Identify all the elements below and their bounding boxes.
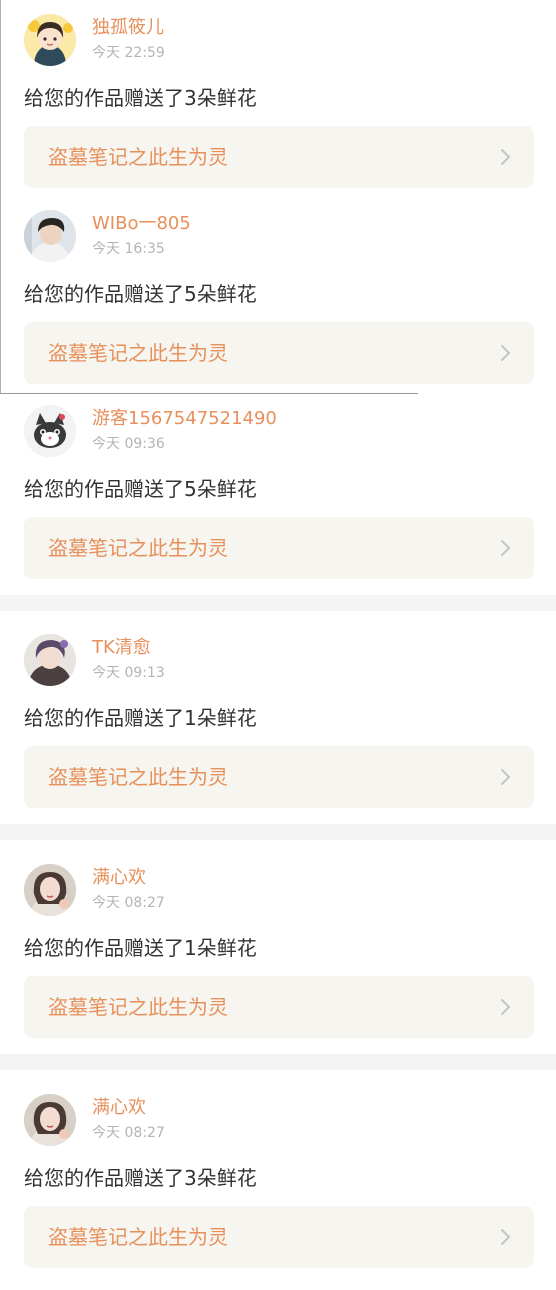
chevron-right-icon: [500, 539, 512, 557]
gift-message: 给您的作品赠送了5朵鲜花: [24, 282, 257, 306]
notification-item: 满心欢 今天 08:27 给您的作品赠送了3朵鲜花 盗墓笔记之此生为灵: [0, 1080, 556, 1290]
work-link-card[interactable]: 盗墓笔记之此生为灵: [24, 746, 534, 808]
cartoon-girl-avatar-icon[interactable]: [24, 14, 76, 66]
chevron-right-icon: [500, 998, 512, 1016]
chevron-right-icon: [500, 344, 512, 362]
chevron-right-icon: [500, 768, 512, 786]
username[interactable]: 独孤筱儿: [92, 16, 164, 40]
username[interactable]: 游客1567547521490: [92, 407, 277, 431]
woman-photo-avatar-icon[interactable]: [24, 1094, 76, 1146]
timestamp: 今天 16:35: [92, 241, 165, 257]
section-divider: [0, 1054, 556, 1070]
screenshot-seam: [0, 0, 1, 394]
notification-item: 游客1567547521490 今天 09:36 给您的作品赠送了5朵鲜花 盗墓…: [0, 391, 556, 601]
gift-message: 给您的作品赠送了5朵鲜花: [24, 477, 257, 501]
young-man-photo-avatar-icon[interactable]: [24, 210, 76, 262]
work-title: 盗墓笔记之此生为灵: [48, 1225, 228, 1249]
work-title: 盗墓笔记之此生为灵: [48, 536, 228, 560]
chevron-right-icon: [500, 148, 512, 166]
flower-gift-notification-list: 独孤筱儿 今天 22:59 给您的作品赠送了3朵鲜花 盗墓笔记之此生为灵 WIB…: [0, 0, 556, 1280]
gift-message: 给您的作品赠送了3朵鲜花: [24, 1166, 257, 1190]
timestamp: 今天 22:59: [92, 45, 165, 61]
work-link-card[interactable]: 盗墓笔记之此生为灵: [24, 126, 534, 188]
work-title: 盗墓笔记之此生为灵: [48, 765, 228, 789]
anime-character-avatar-icon[interactable]: [24, 634, 76, 686]
work-link-card[interactable]: 盗墓笔记之此生为灵: [24, 322, 534, 384]
timestamp: 今天 08:27: [92, 1125, 165, 1141]
notification-item: WIBo一805 今天 16:35 给您的作品赠送了5朵鲜花 盗墓笔记之此生为灵: [0, 196, 556, 406]
section-divider: [0, 595, 556, 611]
username[interactable]: 满心欢: [92, 1096, 146, 1120]
work-link-card[interactable]: 盗墓笔记之此生为灵: [24, 517, 534, 579]
username[interactable]: WIBo一805: [92, 212, 191, 236]
woman-photo-avatar-icon[interactable]: [24, 864, 76, 916]
notification-item: 满心欢 今天 08:27 给您的作品赠送了1朵鲜花 盗墓笔记之此生为灵: [0, 850, 556, 1060]
notification-item: TK清愈 今天 09:13 给您的作品赠送了1朵鲜花 盗墓笔记之此生为灵: [0, 620, 556, 830]
timestamp: 今天 08:27: [92, 895, 165, 911]
notification-item: 独孤筱儿 今天 22:59 给您的作品赠送了3朵鲜花 盗墓笔记之此生为灵: [0, 0, 556, 210]
work-title: 盗墓笔记之此生为灵: [48, 145, 228, 169]
cartoon-cat-avatar-icon[interactable]: [24, 405, 76, 457]
gift-message: 给您的作品赠送了3朵鲜花: [24, 86, 257, 110]
work-link-card[interactable]: 盗墓笔记之此生为灵: [24, 976, 534, 1038]
username[interactable]: 满心欢: [92, 866, 146, 890]
gift-message: 给您的作品赠送了1朵鲜花: [24, 706, 257, 730]
timestamp: 今天 09:13: [92, 665, 165, 681]
work-link-card[interactable]: 盗墓笔记之此生为灵: [24, 1206, 534, 1268]
work-title: 盗墓笔记之此生为灵: [48, 341, 228, 365]
work-title: 盗墓笔记之此生为灵: [48, 995, 228, 1019]
timestamp: 今天 09:36: [92, 436, 165, 452]
chevron-right-icon: [500, 1228, 512, 1246]
section-divider: [0, 824, 556, 840]
gift-message: 给您的作品赠送了1朵鲜花: [24, 936, 257, 960]
username[interactable]: TK清愈: [92, 636, 151, 660]
